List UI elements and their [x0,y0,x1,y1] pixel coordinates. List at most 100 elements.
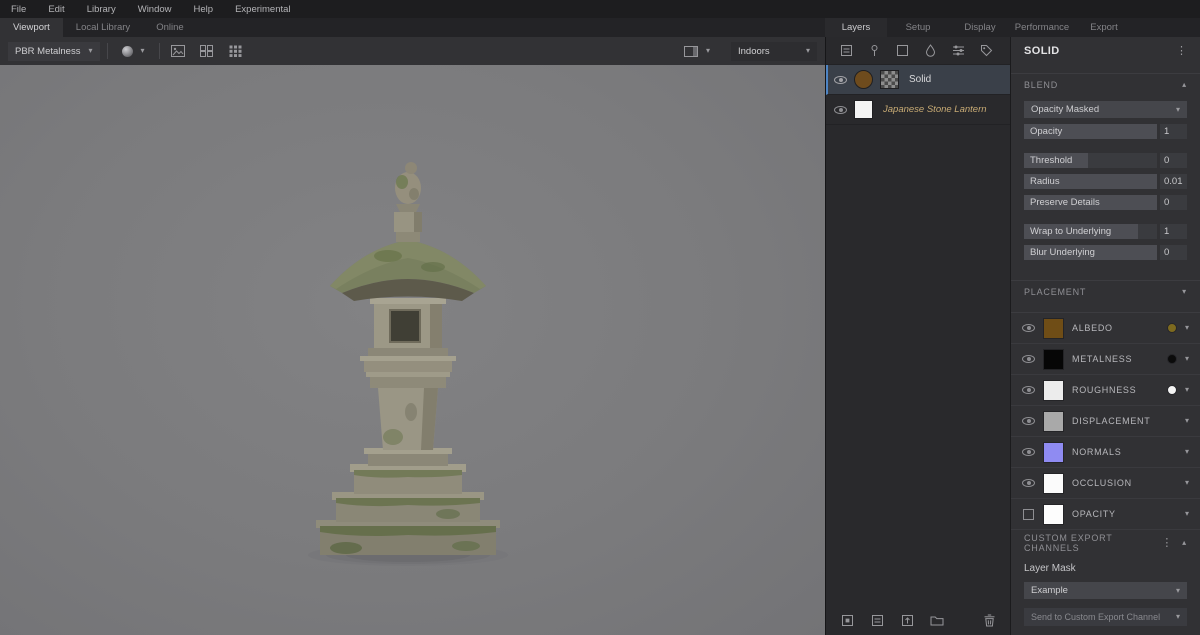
layer-color-thumbnail[interactable] [854,70,873,89]
add-layer-button[interactable] [836,610,858,630]
threshold-value-field[interactable]: 0 [1160,153,1187,168]
channel-swatch[interactable] [1043,411,1064,432]
solid-layer-button[interactable] [891,41,913,61]
visibility-eye-icon[interactable] [1022,417,1035,425]
tab-online[interactable]: Online [143,18,196,37]
menu-file[interactable]: File [0,4,37,15]
channel-row-metalness[interactable]: METALNESS ▾ [1011,344,1200,375]
blend-mode-select[interactable]: Opacity Masked ▾ [1024,101,1187,118]
channel-swatch[interactable] [1043,504,1064,525]
channel-value-dot[interactable] [1167,323,1177,333]
preserve-details-slider[interactable]: Preserve Details [1024,195,1157,210]
environment-select[interactable]: Indoors ▾ [731,42,817,61]
channel-swatch[interactable] [1043,380,1064,401]
tab-display[interactable]: Display [949,18,1011,37]
custom-export-section-header[interactable]: CUSTOM EXPORT CHANNELS ⋮ ▴ [1011,530,1200,556]
channel-swatch[interactable] [1043,442,1064,463]
send-to-export-channel-button[interactable]: Send to Custom Export Channel ▾ [1024,608,1187,626]
adjustment-layer-button[interactable] [947,41,969,61]
blend-section-header[interactable]: BLEND ▴ [1011,73,1200,95]
chevron-down-icon[interactable]: ▾ [1185,355,1189,363]
layer-mask-thumbnail[interactable] [880,70,899,89]
wrap-underlying-value-field[interactable]: 1 [1160,224,1187,239]
chevron-down-icon[interactable]: ▾ [1185,386,1189,394]
chevron-down-icon[interactable]: ▾ [1185,448,1189,456]
layer-row-base-mesh[interactable]: Japanese Stone Lantern [826,95,1010,125]
channel-row-roughness[interactable]: ROUGHNESS ▾ [1011,375,1200,406]
export-preset-select[interactable]: Example ▾ [1024,582,1187,599]
channel-row-normals[interactable]: NORMALS ▾ [1011,437,1200,468]
channel-swatch[interactable] [1043,349,1064,370]
blur-underlying-slider[interactable]: Blur Underlying [1024,245,1157,260]
kebab-menu-icon[interactable]: ⋮ [1161,538,1173,549]
visibility-eye-icon[interactable] [1022,448,1035,456]
layer-color-thumbnail[interactable] [854,100,873,119]
radius-slider[interactable]: Radius [1024,174,1157,189]
shading-mode-select[interactable]: PBR Metalness ▾ [8,42,100,61]
chevron-down-icon: ▾ [1176,587,1180,595]
channel-enable-checkbox[interactable] [1023,509,1034,520]
visibility-eye-icon[interactable] [1022,386,1035,394]
opacity-slider[interactable]: Opacity [1024,124,1157,139]
texture-view-button[interactable] [167,41,189,61]
threshold-slider[interactable]: Threshold [1024,153,1157,168]
surface-layer-button[interactable] [835,41,857,61]
menu-help[interactable]: Help [183,4,225,15]
menu-edit[interactable]: Edit [37,4,75,15]
radius-value-field[interactable]: 0.01 [1160,174,1187,189]
layer-row-solid[interactable]: Solid [826,65,1010,95]
channel-swatch[interactable] [1043,473,1064,494]
chevron-up-icon: ▴ [1182,539,1187,547]
kebab-menu-icon[interactable]: ⋮ [1176,46,1187,57]
opacity-value-field[interactable]: 1 [1160,124,1187,139]
placement-section-header[interactable]: PLACEMENT ▾ [1011,280,1200,302]
channel-value-dot[interactable] [1167,354,1177,364]
add-mask-button[interactable] [896,610,918,630]
chevron-down-icon: ▾ [806,47,810,55]
channel-row-displacement[interactable]: DISPLACEMENT ▾ [1011,406,1200,437]
visibility-eye-icon[interactable] [834,106,847,114]
visibility-eye-icon[interactable] [1022,355,1035,363]
menu-library[interactable]: Library [76,4,127,15]
add-surface-icon [871,614,884,627]
tab-export[interactable]: Export [1073,18,1135,37]
new-group-button[interactable] [926,610,948,630]
delete-layer-button[interactable] [978,610,1000,630]
menu-experimental[interactable]: Experimental [224,4,301,15]
channel-row-albedo[interactable]: ALBEDO ▾ [1011,313,1200,344]
menu-window[interactable]: Window [127,4,183,15]
channel-list: ALBEDO ▾ METALNESS ▾ ROUGHNESS ▾ DISPLAC… [1011,312,1200,530]
preserve-details-value-field[interactable]: 0 [1160,195,1187,210]
tab-layers[interactable]: Layers [825,18,887,37]
tab-setup[interactable]: Setup [887,18,949,37]
visibility-eye-icon[interactable] [834,76,847,84]
blur-underlying-value-field[interactable]: 0 [1160,245,1187,260]
blend-mode-value: Opacity Masked [1031,104,1099,115]
material-id-button[interactable] [975,41,997,61]
channel-swatch[interactable] [1043,318,1064,339]
grid-view-button[interactable] [225,41,247,61]
visibility-eye-icon[interactable] [1022,479,1035,487]
split-view-button[interactable] [196,41,218,61]
tab-performance[interactable]: Performance [1011,18,1073,37]
channel-row-occlusion[interactable]: OCCLUSION ▾ [1011,468,1200,499]
viewport-canvas[interactable] [0,65,825,635]
channel-value-dot[interactable] [1167,385,1177,395]
liquid-layer-button[interactable] [919,41,941,61]
chevron-down-icon[interactable]: ▾ [1185,479,1189,487]
slider-label: Wrap to Underlying [1024,224,1157,239]
viewport-layout-dropdown[interactable]: ▾ [677,42,717,61]
chevron-down-icon[interactable]: ▾ [1185,324,1189,332]
chevron-down-icon[interactable]: ▾ [1185,417,1189,425]
add-surface-layer-button[interactable] [866,610,888,630]
visibility-eye-icon[interactable] [1022,324,1035,332]
material-preview-dropdown[interactable]: ▾ [115,42,152,61]
tab-local-library[interactable]: Local Library [63,18,143,37]
tab-viewport[interactable]: Viewport [0,18,63,37]
wrap-underlying-slider[interactable]: Wrap to Underlying [1024,224,1157,239]
paint-layer-button[interactable] [863,41,885,61]
channel-row-opacity[interactable]: OPACITY ▾ [1011,499,1200,530]
custom-export-section-label: CUSTOM EXPORT CHANNELS [1024,533,1161,553]
chevron-down-icon[interactable]: ▾ [1185,510,1189,518]
viewport-area: PBR Metalness ▾ ▾ [0,37,825,635]
